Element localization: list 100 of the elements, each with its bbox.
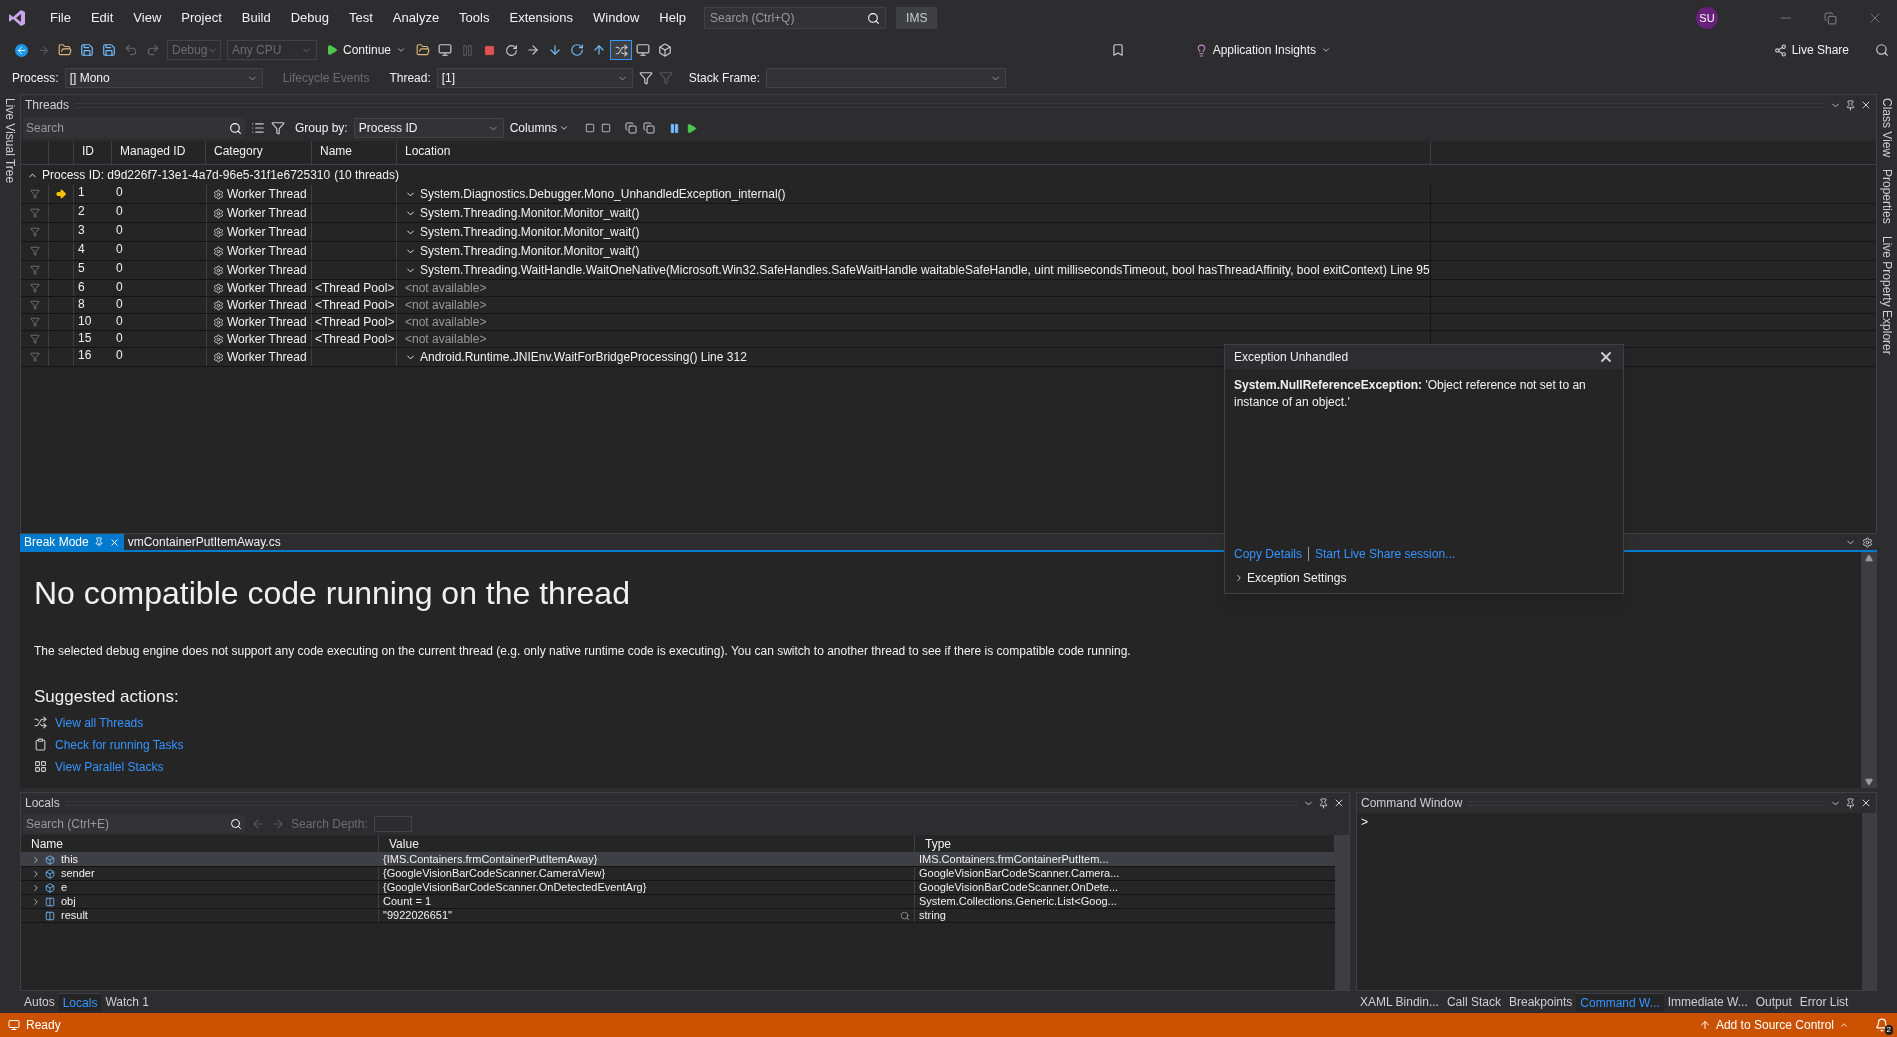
scroll-down-icon[interactable] <box>1865 778 1873 786</box>
filter-icon[interactable] <box>638 71 653 85</box>
user-avatar[interactable]: SU <box>1696 7 1718 29</box>
action-link[interactable]: View all Threads <box>55 713 144 732</box>
exception-settings-expander[interactable]: Exception Settings <box>1225 563 1623 593</box>
action-link[interactable]: Check for running Tasks <box>55 735 184 754</box>
pin-icon[interactable] <box>1845 99 1856 111</box>
menu-item[interactable]: Tools <box>449 8 500 28</box>
bell-icon[interactable] <box>1875 1018 1889 1032</box>
close-icon[interactable] <box>1860 797 1872 809</box>
menu-item[interactable]: Edit <box>80 8 124 28</box>
popup-link[interactable]: Copy Details <box>1234 545 1303 563</box>
search-field[interactable]: Search (Ctrl+E) <box>23 815 245 833</box>
document-tab[interactable]: Break Mode <box>20 534 124 550</box>
close-icon[interactable] <box>1860 99 1872 111</box>
search-field[interactable]: Search (Ctrl+Q) <box>704 7 887 29</box>
menu-item[interactable]: Test <box>339 8 383 28</box>
menu-item[interactable]: Help <box>649 8 697 28</box>
locals-row[interactable]: this {IMS.Containers.frmContainerPutItemAway} IMS.Containers.frmContainerPutItem... <box>21 853 1335 867</box>
menu-item[interactable]: Build <box>231 8 281 28</box>
process-dropdown[interactable]: [] Mono <box>64 68 263 88</box>
filter-icon[interactable] <box>271 121 285 135</box>
expander-icon[interactable] <box>31 868 41 879</box>
expander-icon[interactable] <box>31 882 41 893</box>
tool-window-tab[interactable]: Watch 1 <box>101 993 153 1011</box>
group-by-dropdown[interactable]: Process ID <box>353 118 504 138</box>
threads-toggle-button[interactable] <box>610 40 633 60</box>
side-tab[interactable]: Properties <box>1878 169 1896 224</box>
copy-icon[interactable] <box>643 122 656 134</box>
magnifier-icon[interactable] <box>900 910 910 921</box>
notification-count: 2 <box>1884 1025 1893 1035</box>
tool-window-tab[interactable]: Locals <box>58 992 102 1012</box>
column-header[interactable]: Category <box>206 141 312 164</box>
collapse-all-icon[interactable] <box>601 123 612 133</box>
scrollbar[interactable] <box>1861 552 1877 788</box>
pin-icon[interactable] <box>93 537 104 547</box>
live-share-button[interactable]: Live Share <box>1767 41 1855 59</box>
locals-row[interactable]: e {GoogleVisionBarCodeScanner.OnDetectedEventArg} GoogleVisionBarCodeScanner.OnDete... <box>21 881 1335 895</box>
column-header[interactable]: Value <box>379 835 915 852</box>
source-control-button[interactable]: Add to Source Control <box>1698 1016 1849 1034</box>
command-input[interactable]: > <box>1357 813 1862 990</box>
scrollbar[interactable] <box>1335 835 1349 990</box>
locals-row[interactable]: sender {GoogleVisionBarCodeScanner.CameraView} GoogleVisionBarCodeScanner.Camera... <box>21 867 1335 881</box>
column-header[interactable]: Managed ID <box>112 141 206 164</box>
pause-icon[interactable] <box>669 122 681 134</box>
expander-icon[interactable] <box>31 854 41 865</box>
tool-window-tab[interactable]: XAML Bindin... <box>1356 993 1443 1011</box>
menu-item[interactable]: Project <box>171 8 232 28</box>
list-icon[interactable] <box>251 121 265 135</box>
close-icon[interactable] <box>108 536 120 548</box>
column-header[interactable]: Name <box>312 141 397 164</box>
scrollbar[interactable] <box>1862 813 1876 990</box>
close-icon[interactable] <box>1333 797 1345 809</box>
application-insights-button[interactable]: Application Insights <box>1188 41 1338 59</box>
locals-row[interactable]: obj Count = 1 System.Collections.Generic.List<Goog... <box>21 895 1335 909</box>
pin-icon[interactable] <box>1318 797 1329 809</box>
tool-window-tab[interactable]: Immediate W... <box>1663 993 1752 1011</box>
popup-link[interactable]: Start Live Share session... <box>1315 545 1456 563</box>
side-tab[interactable]: Live Property Explorer <box>1878 235 1896 355</box>
menu-item[interactable]: Window <box>583 8 650 28</box>
expand-all-icon[interactable] <box>585 123 596 133</box>
table-cell-text: string <box>919 908 946 924</box>
side-tab[interactable]: Live Visual Tree <box>1 98 19 184</box>
group-count: (10 threads) <box>334 167 399 184</box>
tool-window-tab[interactable]: Output <box>1751 993 1796 1011</box>
play-icon[interactable] <box>686 122 698 134</box>
menu-item[interactable]: Analyze <box>382 8 450 28</box>
side-tab[interactable]: Class View <box>1878 98 1896 158</box>
column-header[interactable]: Location <box>397 141 1431 164</box>
expander-icon[interactable] <box>31 896 41 907</box>
close-icon[interactable] <box>1598 349 1614 365</box>
search-field[interactable]: Search <box>23 118 245 138</box>
action-link[interactable]: View Parallel Stacks <box>55 757 164 776</box>
threads-icon <box>614 43 628 57</box>
column-header[interactable]: Name <box>21 835 379 852</box>
menu-item[interactable]: Extensions <box>499 8 584 28</box>
columns-button[interactable]: Columns <box>509 119 570 137</box>
settings-icon[interactable] <box>1862 536 1873 548</box>
document-tab[interactable]: vmContainerPutItemAway.cs <box>123 534 285 550</box>
copy-icon[interactable] <box>625 122 638 134</box>
column-header[interactable]: ID <box>74 141 112 164</box>
menu-item[interactable]: Debug <box>280 8 339 28</box>
object-icon <box>45 868 55 879</box>
continue-button[interactable]: Continue <box>320 40 413 60</box>
table-cell-text: 5 <box>77 261 86 277</box>
search-icon <box>230 818 242 830</box>
tool-window-tab[interactable]: Command W... <box>1576 992 1664 1012</box>
tool-window-tab[interactable]: Call Stack <box>1442 993 1505 1011</box>
tool-window-tab[interactable]: Autos <box>20 993 59 1011</box>
pin-icon[interactable] <box>1845 797 1856 809</box>
current-thread-icon <box>55 188 67 200</box>
restore-icon[interactable] <box>1824 11 1837 25</box>
scroll-up-icon[interactable] <box>1865 554 1873 562</box>
thread-dropdown[interactable]: [1] <box>436 68 633 88</box>
menu-item[interactable]: File <box>40 8 81 28</box>
menu-item[interactable]: View <box>123 8 172 28</box>
tool-window-tab[interactable]: Error List <box>1795 993 1853 1011</box>
table-cell-text: 10 <box>77 314 93 330</box>
tool-window-tab[interactable]: Breakpoints <box>1504 993 1577 1011</box>
locals-row[interactable]: result "9922026651" string <box>21 909 1335 923</box>
